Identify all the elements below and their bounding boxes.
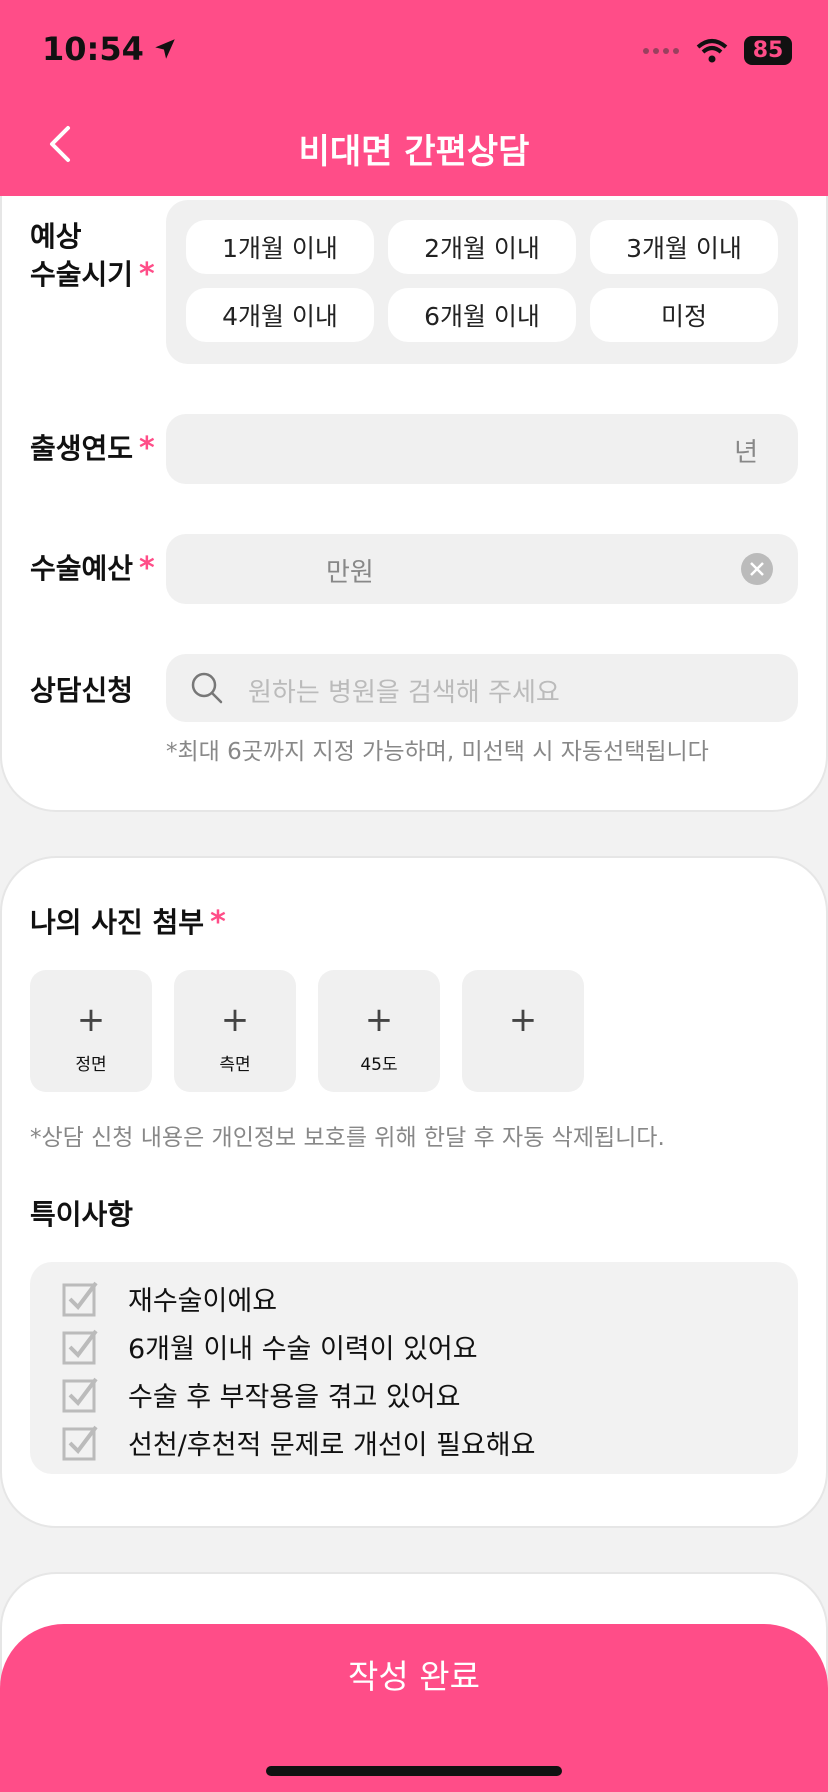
clock-text: 10:54 [42,30,144,68]
plus-icon: + [364,1000,394,1040]
special-item-label: 수술 후 부작용을 겪고 있어요 [128,1381,461,1413]
status-time: 10:54 [42,30,178,68]
wifi-icon [696,38,728,62]
photo-caption: 측면 [219,1055,251,1075]
surgery-timing-options: 1개월 이내 2개월 이내 3개월 이내 4개월 이내 6개월 이내 미정 [166,200,798,364]
location-arrow-icon [155,39,175,59]
signal-icon [643,47,679,54]
timing-option-1m[interactable]: 1개월 이내 [186,220,374,274]
special-item[interactable]: 재수술이에요 [62,1278,277,1318]
birth-year-label: 출생연도 * [30,430,155,468]
special-item-label: 선천/후천적 문제로 개선이 필요해요 [128,1429,536,1461]
special-item[interactable]: 수술 후 부작용을 겪고 있어요 [62,1374,460,1414]
hospital-search-field[interactable]: 원하는 병원을 검색해 주세요 [166,654,798,722]
photo-slot-side[interactable]: + 측면 [174,970,296,1092]
plus-icon: + [220,1000,250,1040]
required-mark: * [210,905,226,940]
birth-year-label-text: 출생연도 [30,432,134,465]
search-placeholder: 원하는 병원을 검색해 주세요 [248,678,560,708]
budget-field[interactable]: 만원 [166,534,798,604]
search-icon [191,672,223,704]
timing-option-2m[interactable]: 2개월 이내 [388,220,576,274]
plus-icon: + [76,1000,106,1040]
plus-icon: + [508,1000,538,1040]
photo-caption: 정면 [75,1055,107,1075]
privacy-notice: *상담 신청 내용은 개인정보 보호를 위해 한달 후 자동 삭제됩니다. [30,1125,665,1151]
checkbox-icon[interactable] [62,1423,100,1461]
special-item-label: 재수술이에요 [128,1285,278,1317]
special-item[interactable]: 선천/후천적 문제로 개선이 필요해요 [62,1422,535,1462]
timing-option-6m[interactable]: 6개월 이내 [388,288,576,342]
special-title: 특이사항 [30,1198,134,1231]
photo-title: 나의 사진 첨부 * [30,904,226,942]
timing-option-4m[interactable]: 4개월 이내 [186,288,374,342]
consult-hint: *최대 6곳까지 지정 가능하며, 미선택 시 자동선택됩니다 [166,739,709,765]
required-mark: * [139,257,155,292]
birth-year-unit: 년 [734,438,758,468]
clear-icon[interactable] [740,552,774,586]
photo-title-text: 나의 사진 첨부 [30,906,205,939]
surgery-timing-label-line1: 예상 [30,220,82,253]
consult-label: 상담신청 [30,674,134,707]
photo-slot-front[interactable]: + 정면 [30,970,152,1092]
special-item[interactable]: 6개월 이내 수술 이력이 있어요 [62,1326,478,1366]
birth-year-field[interactable]: 년 [166,414,798,484]
home-indicator [266,1766,562,1776]
status-indicators: 85 [642,36,792,65]
battery-indicator: 85 [744,36,792,65]
special-notes-list: 재수술이에요 6개월 이내 수술 이력이 있어요 수술 후 부작용을 겪고 있어… [30,1262,798,1474]
timing-option-undecided[interactable]: 미정 [590,288,778,342]
app-header: 10:54 85 비대면 간편상담 [0,0,828,196]
special-item-label: 6개월 이내 수술 이력이 있어요 [128,1333,478,1365]
surgery-timing-label-line2: 수술시기 [30,258,134,291]
required-mark: * [139,551,155,586]
budget-label-text: 수술예산 [30,552,134,585]
budget-unit: 만원 [326,558,374,588]
checkbox-icon[interactable] [62,1279,100,1317]
photo-slot-extra[interactable]: + [462,970,584,1092]
checkbox-icon[interactable] [62,1327,100,1365]
photo-slot-45deg[interactable]: + 45도 [318,970,440,1092]
timing-option-3m[interactable]: 3개월 이내 [590,220,778,274]
page-title: 비대면 간편상담 [298,132,530,172]
budget-label: 수술예산 * [30,550,155,588]
checkbox-icon[interactable] [62,1375,100,1413]
photo-caption: 45도 [360,1055,398,1075]
required-mark: * [139,431,155,466]
surgery-timing-label: 예상 수술시기 * [30,218,155,294]
